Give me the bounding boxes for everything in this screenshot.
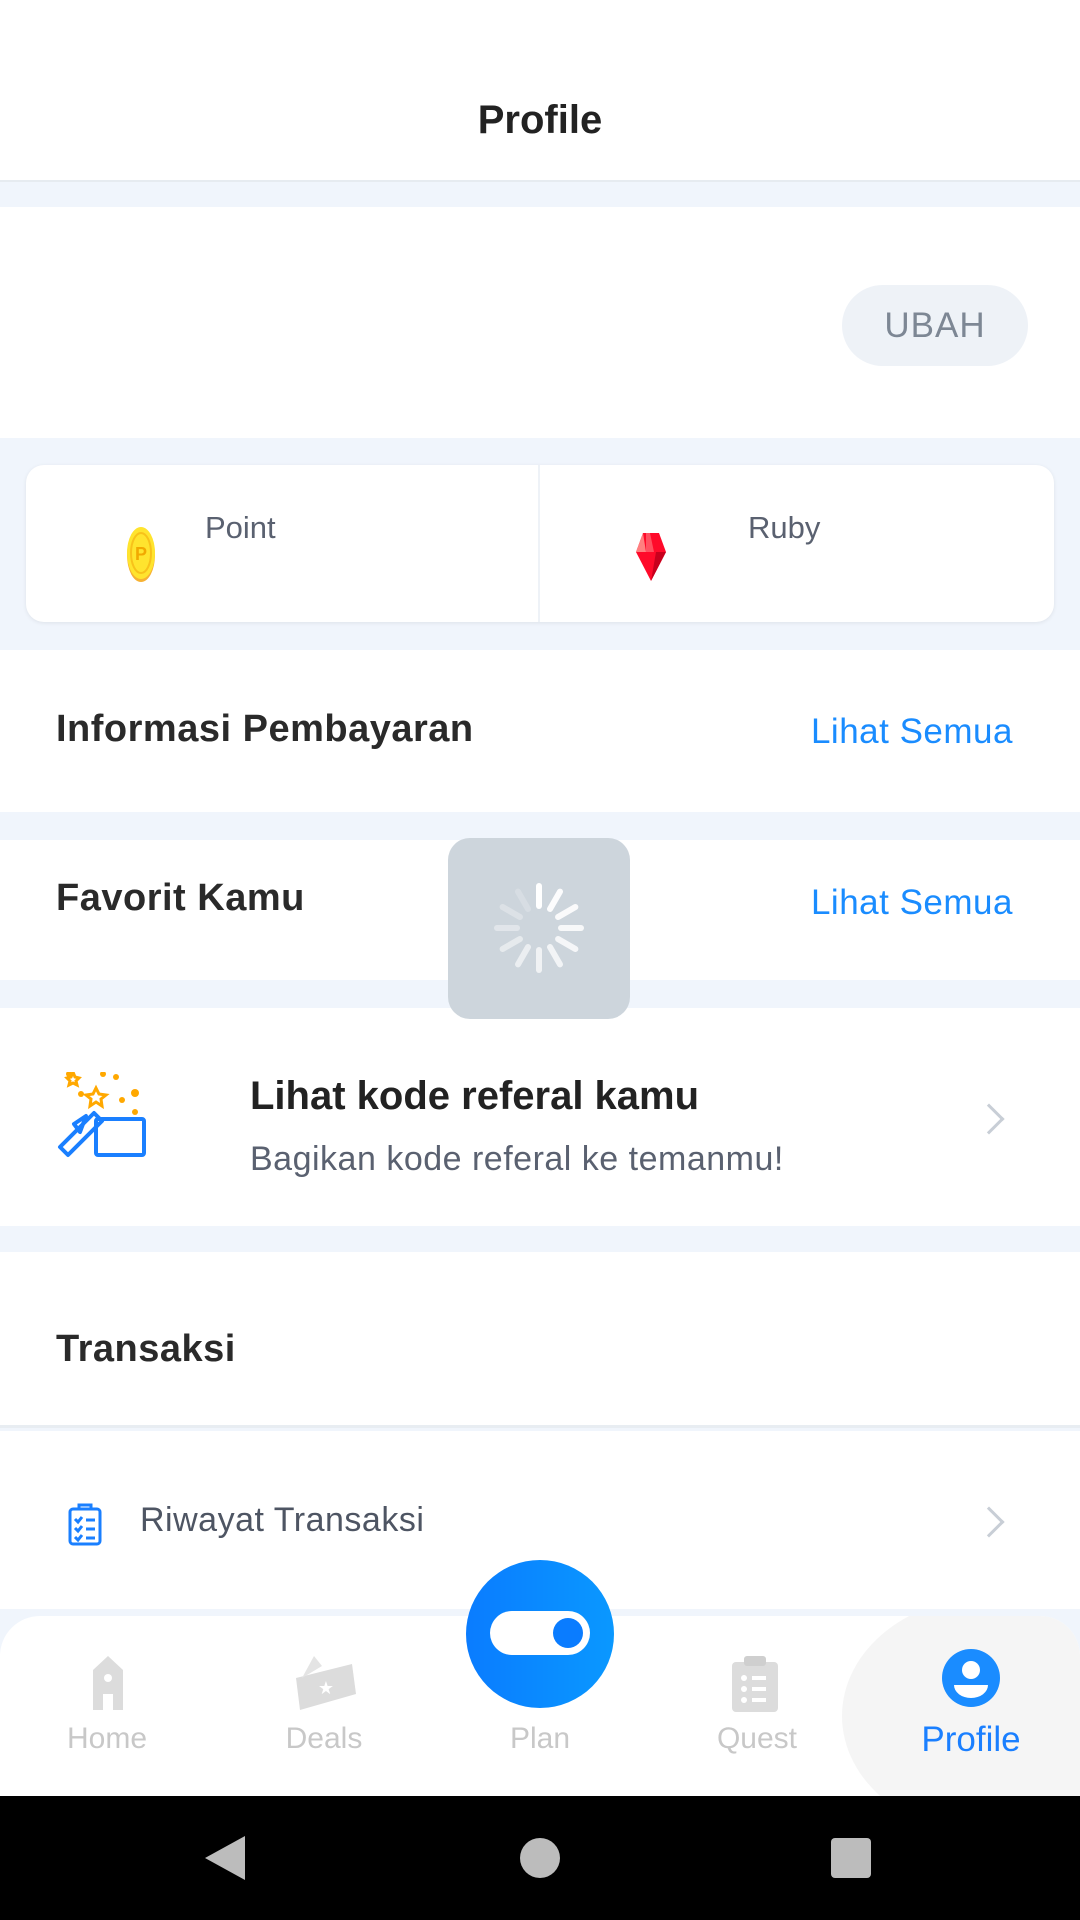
transaction-history-label: Riwayat Transaksi [140, 1501, 425, 1539]
back-icon[interactable] [205, 1836, 245, 1880]
wallet-card: P Point Ruby [26, 465, 1054, 622]
ruby-icon [636, 533, 666, 581]
user-icon [942, 1649, 1000, 1707]
loading-overlay [448, 838, 630, 1019]
page-title: Profile [477, 98, 603, 142]
svg-text:★: ★ [318, 1678, 334, 1698]
svg-text:P: P [135, 544, 147, 564]
nav-quest-label: Quest [716, 1722, 798, 1755]
app-header: Profile [0, 0, 1080, 182]
home-icon [93, 1656, 123, 1710]
referral-row[interactable]: Lihat kode referal kamu Bagikan kode ref… [0, 1008, 1080, 1226]
transactions-title: Transaksi [56, 1328, 236, 1370]
toggle-icon [490, 1611, 590, 1655]
payment-title: Informasi Pembayaran [56, 708, 474, 750]
clipboard-icon [732, 1656, 778, 1712]
spinner-icon [494, 883, 584, 973]
favorites-title: Favorit Kamu [56, 877, 305, 919]
edit-profile-button[interactable]: UBAH [842, 285, 1028, 366]
referral-title: Lihat kode referal kamu [250, 1074, 700, 1118]
coin-icon: P [127, 527, 155, 582]
point-label: Point [205, 510, 276, 545]
nav-home-label: Home [66, 1722, 148, 1755]
favorites-see-all-link[interactable]: Lihat Semua [811, 883, 1013, 923]
system-nav-bar [0, 1796, 1080, 1920]
ruby-label: Ruby [748, 510, 821, 545]
nav-deals-label: Deals [285, 1722, 363, 1755]
nav-home[interactable]: Home [27, 1616, 187, 1796]
profile-card: UBAH [0, 207, 1080, 438]
point-balance[interactable]: P Point [26, 465, 538, 622]
payment-see-all-link[interactable]: Lihat Semua [811, 712, 1013, 752]
gift-box-icon [58, 1072, 146, 1157]
clipboard-check-icon [68, 1503, 102, 1546]
ticket-icon: ★ [296, 1656, 356, 1710]
nav-profile-label: Profile [921, 1720, 1021, 1759]
ruby-balance[interactable]: Ruby [540, 465, 1054, 622]
chevron-right-icon [973, 1103, 1005, 1135]
payment-section: Informasi Pembayaran Lihat Semua [0, 650, 1080, 812]
nav-deals[interactable]: ★ Deals [244, 1616, 404, 1796]
plan-fab-button[interactable] [466, 1560, 614, 1708]
nav-profile[interactable]: Profile [891, 1616, 1051, 1796]
chevron-right-icon [973, 1506, 1005, 1538]
nav-plan-label: Plan [509, 1722, 571, 1755]
recents-icon[interactable] [831, 1838, 871, 1878]
nav-quest[interactable]: Quest [677, 1616, 837, 1796]
home-button-icon[interactable] [520, 1838, 560, 1878]
transactions-section: Transaksi [0, 1252, 1080, 1428]
referral-subtitle: Bagikan kode referal ke temanmu! [250, 1140, 784, 1178]
